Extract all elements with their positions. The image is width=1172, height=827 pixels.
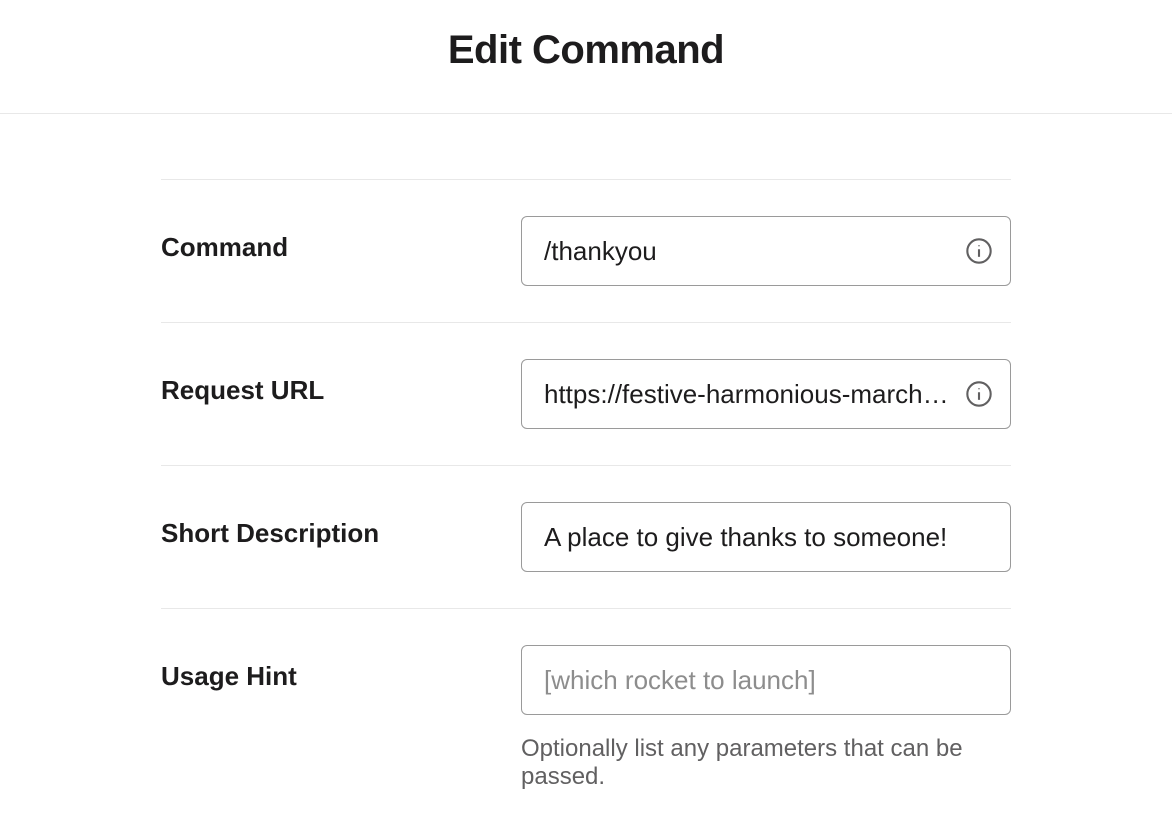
row-short-description: Short Description xyxy=(161,466,1011,609)
row-request-url: Request URL xyxy=(161,323,1011,466)
row-usage-hint: Usage Hint Optionally list any parameter… xyxy=(161,609,1011,827)
command-input[interactable] xyxy=(521,216,1011,286)
input-wrapper-request-url xyxy=(521,359,1011,429)
usage-hint-input[interactable] xyxy=(521,645,1011,715)
request-url-input[interactable] xyxy=(521,359,1011,429)
page-title: Edit Command xyxy=(0,28,1172,73)
label-command: Command xyxy=(161,216,521,263)
field-usage-hint: Optionally list any parameters that can … xyxy=(521,645,1011,791)
field-command xyxy=(521,216,1011,286)
form-container: Command Request URL xyxy=(86,179,1086,827)
field-request-url xyxy=(521,359,1011,429)
label-request-url: Request URL xyxy=(161,359,521,406)
info-icon[interactable] xyxy=(965,380,993,408)
info-icon[interactable] xyxy=(965,237,993,265)
field-short-description xyxy=(521,502,1011,572)
short-description-input[interactable] xyxy=(521,502,1011,572)
row-command: Command xyxy=(161,179,1011,323)
input-wrapper-usage-hint xyxy=(521,645,1011,715)
page-header: Edit Command xyxy=(0,0,1172,114)
input-wrapper-short-description xyxy=(521,502,1011,572)
label-short-description: Short Description xyxy=(161,502,521,549)
label-usage-hint: Usage Hint xyxy=(161,645,521,692)
input-wrapper-command xyxy=(521,216,1011,286)
usage-hint-help-text: Optionally list any parameters that can … xyxy=(521,735,1011,791)
